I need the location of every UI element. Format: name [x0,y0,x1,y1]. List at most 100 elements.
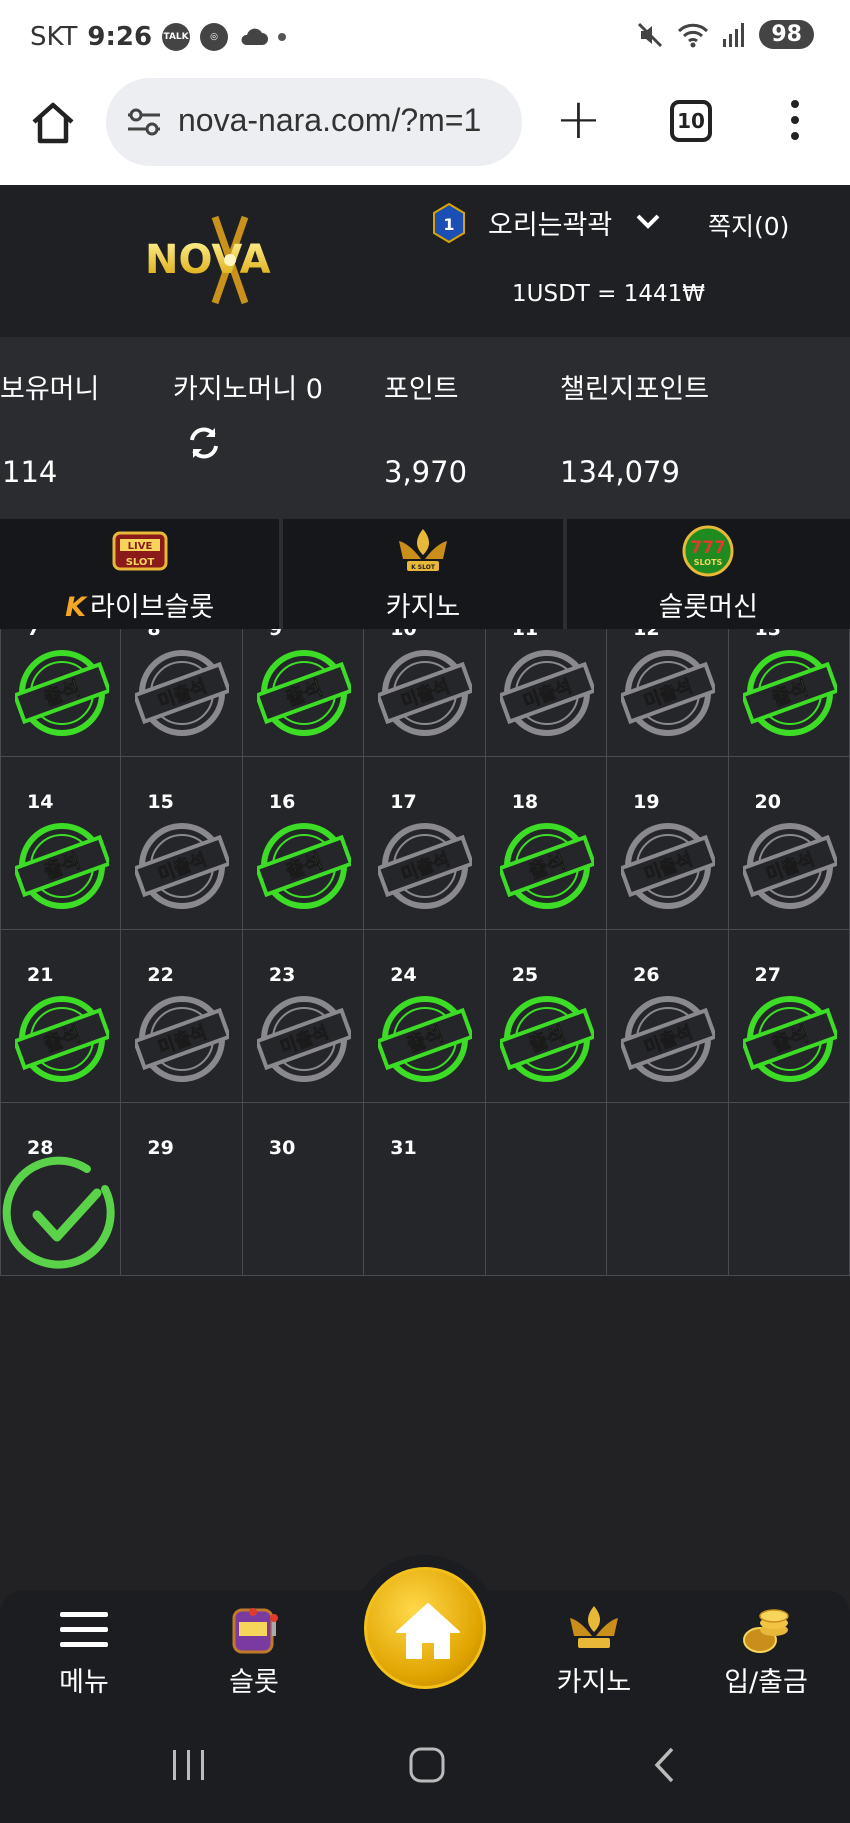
k-slot-icon [570,1606,618,1648]
calendar-day-cell: 16 출석 [242,757,365,930]
day-number: 8 [147,629,161,640]
calendar-day-cell: 23 미출석 [242,930,365,1103]
attendance-stamp-present: 출석 [375,992,475,1086]
stamp-icon: 미출석 [618,823,718,909]
k-brand-mark: K [65,592,87,623]
tab-casino-label: 카지노 [385,592,461,623]
day-number: 7 [27,629,41,640]
calendar-week: 14 출석 15 미출석 16 출석 17 미출석 18 출석 19 미출석 20 미출석 [0,757,850,930]
calendar-day-cell [485,1103,608,1276]
calendar-day-cell: 14 출석 [0,757,122,930]
attendance-stamp-present: 출석 [12,819,112,913]
day-number: 9 [268,629,283,640]
browser-menu-icon[interactable] [790,100,800,144]
attendance-stamp-present: 출석 [12,646,112,740]
stamp-icon: 출석 [739,650,840,736]
svg-text:SLOTS: SLOTS [694,558,723,567]
calendar-day-cell: 11 미출석 [485,629,608,757]
stamp-icon: 미출석 [375,650,475,736]
attendance-stamp-present: 출석 [12,992,112,1086]
stamp-label: 출석 [768,1021,811,1056]
stamp-icon: 출석 [254,823,354,909]
tab-slot-machine-label: 슬롯머신 [658,592,758,623]
stamp-icon: 미출석 [375,823,475,909]
browser-home-icon[interactable] [28,98,78,148]
stamp-label: 출석 [525,1021,568,1056]
tab-live-slot[interactable]: LIVE SLOT K 라이브슬롯 [0,519,284,629]
hamburger-menu-icon [60,1612,108,1647]
recent-apps-icon[interactable] [170,1748,208,1782]
signal-icon [723,22,745,47]
attendance-stamp-absent: 미출석 [254,992,354,1086]
address-bar[interactable]: nova-nara.com/?m=1 [106,78,522,166]
attendance-stamp-absent: 미출석 [497,646,597,740]
mute-icon [638,22,663,47]
nav-casino[interactable]: 카지노 [534,1604,654,1699]
live-slot-icon: LIVE SLOT [112,531,168,571]
calendar-day-cell: 18 출석 [485,757,608,930]
stamp-icon: 출석 [12,823,112,909]
day-number: 10 [390,629,417,640]
day-number: 21 [27,964,54,986]
chevron-down-icon[interactable] [636,213,660,229]
stamp-icon: 출석 [12,996,112,1082]
challenge-point-value: 134,079 [560,455,680,489]
day-number: 18 [511,791,539,813]
refresh-icon[interactable] [186,425,222,461]
back-icon[interactable] [652,1746,678,1784]
point-value: 3,970 [384,455,468,489]
nova-logo[interactable]: NOVA [145,215,315,305]
level-badge-icon: 1 [433,203,465,243]
day-number: 26 [633,964,660,986]
stamp-icon: 미출석 [132,996,233,1082]
browser-toolbar: nova-nara.com/?m=1 + 10 [0,70,850,185]
clock: 9:26 [87,22,153,52]
nav-deposit-withdraw[interactable]: 입/출금 [706,1604,826,1699]
nav-menu[interactable]: 메뉴 [24,1604,144,1699]
tab-casino[interactable]: K SLOT 카지노 [283,519,567,629]
stamp-icon: 미출석 [132,823,233,909]
day-number: 14 [27,791,54,813]
calendar-day-cell: 29 [121,1103,243,1276]
messages-link[interactable]: 쪽지(0) [708,207,789,243]
site-settings-icon[interactable] [126,108,162,136]
calendar-day-cell: 21 출석 [0,930,122,1103]
battery-indicator: 98 [759,20,814,49]
attendance-stamp-absent: 미출석 [132,646,233,740]
url-text: nova-nara.com/?m=1 [178,102,482,138]
calendar-day-cell: 13 출석 [728,629,850,757]
nav-slot[interactable]: 슬롯 [194,1604,314,1699]
coins-icon [743,1609,789,1653]
tab-switcher-button[interactable]: 10 [670,100,712,142]
stamp-label: 출석 [41,848,84,883]
stamp-label: 출석 [768,675,811,710]
calendar-day-cell: 20 미출석 [728,757,850,930]
day-number: 30 [268,1137,296,1159]
attendance-stamp-absent: 미출석 [132,992,233,1086]
username[interactable]: 오리는곽곽 [488,203,612,242]
attendance-stamp-present: 출석 [739,992,840,1086]
stamp-icon: 미출석 [618,650,718,736]
system-home-icon[interactable] [408,1746,446,1784]
calendar-day-cell: 26 미출석 [607,930,729,1103]
tab-slot-machine[interactable]: 777 SLOTS 슬롯머신 [567,519,850,629]
status-bar: SKT 9:26 TALK ◎ 98 [0,0,850,70]
point-label: 포인트 [384,374,459,405]
stamp-icon: 출석 [497,823,597,909]
calendar-day-cell: 30 [242,1103,365,1276]
stamp-label: 출석 [525,848,568,883]
cloud-icon [241,28,269,45]
home-button[interactable] [364,1567,486,1689]
calendar-day-cell: 31 [364,1103,486,1276]
tab-live-slot-label: 라이브슬롯 [90,592,215,623]
more-notifications-dot [278,33,287,41]
stamp-icon: 출석 [497,996,597,1082]
day-number: 27 [754,964,781,986]
stamp-icon: 출석 [375,996,475,1082]
day-number: 19 [633,791,660,813]
calendar-day-cell: 12 미출석 [607,629,729,757]
stamp-icon: 미출석 [254,996,354,1082]
home-fab-container [352,1555,498,1701]
day-number: 24 [390,964,417,986]
new-tab-button[interactable]: + [555,92,602,148]
